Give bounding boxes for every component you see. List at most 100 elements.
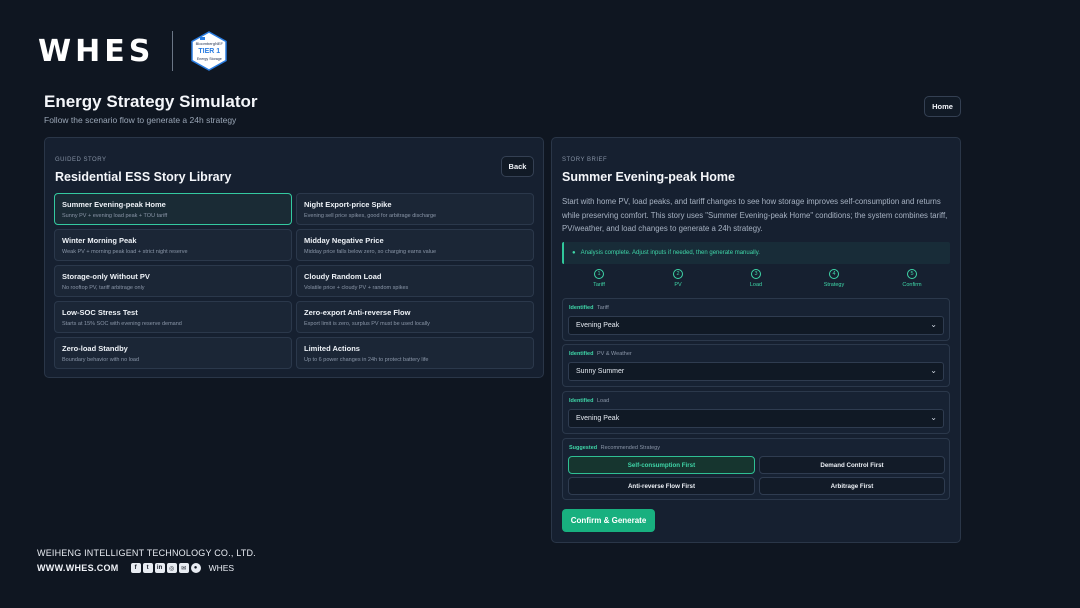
strategy-arbitrage-button[interactable]: Arbitrage First [759, 477, 945, 495]
pv-weather-select[interactable]: Sunny Summer ⌄ [568, 362, 944, 381]
library-title: Residential ESS Story Library [55, 170, 232, 184]
brand-logo: WHES BloombergNEF TIER 1 Energy Storage [38, 30, 229, 72]
story-card[interactable]: Cloudy Random Load Volatile price + clou… [296, 265, 534, 297]
field-header: Suggested Recommended Strategy [569, 445, 660, 451]
strategy-field: Suggested Recommended Strategy Self-cons… [562, 438, 950, 500]
progress-steps: 1 Tariff 2 PV 3 Load 4 Strategy 5 Confir… [562, 269, 952, 291]
logo-divider [172, 31, 174, 71]
whes-logo-text: WHES [38, 33, 155, 69]
step-confirm: 5 Confirm [882, 269, 942, 288]
step-number: 4 [829, 269, 839, 279]
story-desc: Evening sell price spikes, good for arbi… [304, 213, 437, 219]
step-tariff: 1 Tariff [569, 269, 629, 288]
tier1-badge: BloombergNEF TIER 1 Energy Storage [189, 31, 229, 71]
analysis-notice: ● Analysis complete. Adjust inputs if ne… [562, 242, 950, 264]
chevron-down-icon: ⌄ [930, 366, 937, 375]
story-desc: Up to 6 power changes in 24h to protect … [304, 357, 429, 363]
story-card[interactable]: Summer Evening-peak Home Sunny PV + even… [54, 193, 292, 225]
badge-line1: BloombergNEF [195, 41, 223, 46]
story-card[interactable]: Limited Actions Up to 6 power changes in… [296, 337, 534, 369]
story-library-panel: GUIDED STORY Residential ESS Story Libra… [44, 137, 544, 378]
instagram-icon[interactable]: ◎ [166, 563, 177, 573]
field-header: Identified Tariff [569, 305, 609, 311]
story-card[interactable]: Night Export-price Spike Evening sell pr… [296, 193, 534, 225]
story-card[interactable]: Storage-only Without PV No rooftop PV, t… [54, 265, 292, 297]
story-card[interactable]: Zero-export Anti-reverse Flow Export lim… [296, 301, 534, 333]
notice-text: Analysis complete. Adjust inputs if need… [580, 250, 760, 256]
library-eyebrow: GUIDED STORY [55, 157, 107, 163]
brief-eyebrow: STORY BRIEF [562, 157, 608, 163]
linkedin-icon[interactable]: in [154, 563, 165, 573]
story-desc: Boundary behavior with no load [62, 357, 140, 363]
footer-links: WWW.WHES.COM f t in ◎ ✉ ● WHES [37, 562, 234, 574]
load-select-value: Evening Peak [576, 415, 620, 422]
story-title: Summer Evening-peak Home [62, 200, 166, 209]
step-label: Load [749, 282, 763, 288]
identified-tag: Identified [569, 351, 594, 357]
company-name: WEIHENG INTELLIGENT TECHNOLOGY CO., LTD. [37, 548, 256, 558]
identified-tag: Identified [569, 398, 594, 404]
step-load: 3 Load [726, 269, 786, 288]
website-link[interactable]: WWW.WHES.COM [37, 563, 119, 573]
chevron-down-icon: ⌄ [930, 413, 937, 422]
step-number: 3 [751, 269, 761, 279]
chevron-down-icon: ⌄ [930, 320, 937, 329]
load-select[interactable]: Evening Peak ⌄ [568, 409, 944, 428]
facebook-icon[interactable]: f [130, 563, 141, 573]
twitter-icon[interactable]: t [142, 563, 153, 573]
story-brief-panel: STORY BRIEF Summer Evening-peak Home Sta… [551, 137, 961, 543]
tariff-field: Identified Tariff Evening Peak ⌄ [562, 298, 950, 341]
field-label: Tariff [596, 305, 609, 311]
pv-weather-field: Identified PV & Weather Sunny Summer ⌄ [562, 344, 950, 387]
story-card[interactable]: Winter Morning Peak Weak PV + morning pe… [54, 229, 292, 261]
field-label: PV & Weather [596, 351, 632, 357]
step-number: 5 [907, 269, 917, 279]
story-title: Low-SOC Stress Test [62, 308, 138, 317]
home-button[interactable]: Home [924, 96, 961, 117]
story-title: Cloudy Random Load [304, 272, 382, 281]
load-field: Identified Load Evening Peak ⌄ [562, 391, 950, 434]
step-pv: 2 PV [648, 269, 708, 288]
story-title: Midday Negative Price [304, 236, 384, 245]
suggested-tag: Suggested [569, 445, 598, 451]
field-header: Identified Load [569, 398, 609, 404]
story-title: Limited Actions [304, 344, 360, 353]
story-title: Zero-export Anti-reverse Flow [304, 308, 411, 317]
confirm-generate-button[interactable]: Confirm & Generate [562, 509, 655, 532]
step-strategy: 4 Strategy [804, 269, 864, 288]
brief-description: Start with home PV, load peaks, and tari… [562, 197, 948, 233]
story-card[interactable]: Zero-load Standby Boundary behavior with… [54, 337, 292, 369]
field-label: Load [596, 398, 610, 404]
step-number: 2 [673, 269, 683, 279]
story-title: Night Export-price Spike [304, 200, 392, 209]
story-desc: Weak PV + morning peak load + strict nig… [62, 249, 188, 255]
story-desc: Export limit is zero, surplus PV must be… [304, 321, 430, 327]
identified-tag: Identified [569, 305, 594, 311]
story-card[interactable]: Midday Negative Price Midday price falls… [296, 229, 534, 261]
strategy-anti-reverse-button[interactable]: Anti-reverse Flow First [568, 477, 755, 495]
story-desc: Midday price falls below zero, so chargi… [304, 249, 437, 255]
story-desc: Sunny PV + evening load peak + TOU tarif… [62, 213, 168, 219]
strategy-demand-control-button[interactable]: Demand Control First [759, 456, 945, 474]
field-label: Recommended Strategy [600, 445, 660, 451]
brief-title: Summer Evening-peak Home [562, 170, 735, 184]
step-label: Confirm [902, 282, 922, 288]
tariff-select[interactable]: Evening Peak ⌄ [568, 316, 944, 335]
back-button[interactable]: Back [501, 156, 534, 177]
status-dot-icon: ● [572, 250, 576, 256]
page-subtitle: Follow the scenario flow to generate a 2… [44, 115, 237, 125]
story-title: Winter Morning Peak [62, 236, 137, 245]
step-number: 1 [594, 269, 604, 279]
story-desc: No rooftop PV, tariff arbitrage only [62, 285, 145, 291]
weibo-icon[interactable]: ● [190, 563, 201, 573]
story-grid: Summer Evening-peak Home Sunny PV + even… [54, 193, 534, 369]
strategy-options: Self-consumption First Demand Control Fi… [568, 456, 945, 495]
story-desc: Volatile price + cloudy PV + random spik… [304, 285, 409, 291]
step-label: PV [674, 282, 682, 288]
wechat-icon[interactable]: ✉ [178, 563, 189, 573]
footer-brand: WHES [208, 563, 235, 573]
pv-select-value: Sunny Summer [576, 368, 625, 375]
tariff-select-value: Evening Peak [576, 322, 620, 329]
story-card[interactable]: Low-SOC Stress Test Starts at 15% SOC wi… [54, 301, 292, 333]
strategy-self-consumption-button[interactable]: Self-consumption First [568, 456, 755, 474]
